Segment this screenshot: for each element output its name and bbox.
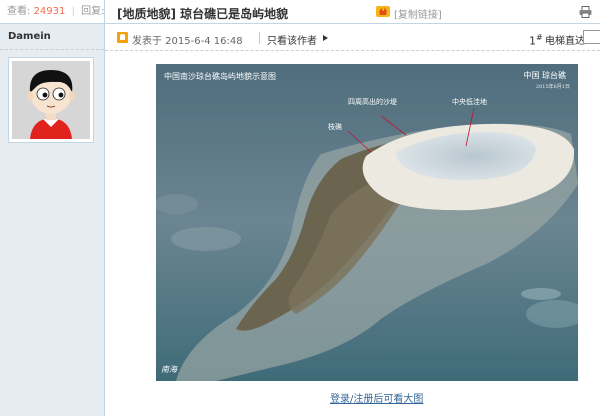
label-lagoon: 中央低洼地 [452,98,487,106]
hot-flame-icon [376,6,390,17]
views-count: 24931 [33,6,66,17]
label-beach: 枝礁 [328,123,342,131]
caret-right-icon [323,35,328,41]
avatar[interactable] [8,57,94,143]
replies-label: 回复: [81,6,105,17]
post-meta-bar: 发表于 2015-6-4 16:48 只看该作者 1# 电梯直达 [105,25,600,51]
thread-page: 查看: 24931 | 回复: 265 Damein [0,0,600,416]
user-status-icon [117,32,128,43]
copy-link-button[interactable]: [复制链接] [394,6,442,21]
only-author-link[interactable]: 只看该作者 [267,32,317,47]
views-label: 查看: [7,6,31,17]
label-sandbank: 四周高出的沙堤 [348,98,397,106]
meta-divider [259,32,260,44]
elevator-input[interactable] [583,30,600,44]
thread-title-text: [地质地貌] 琼台礁已是岛屿地貌 [117,7,289,21]
floor-number-sup: # [536,33,543,42]
floor-number: 1# [529,33,543,48]
author-name[interactable]: Damein [0,24,104,50]
photo-title: 中国南沙琼台礁岛屿地貌示意图 [164,72,276,81]
stats-divider: | [71,6,75,17]
avatar-image [12,61,90,139]
post-date: 发表于 2015-6-4 16:48 [132,36,243,47]
photo-corner-label: 中国 琼台礁 [523,71,566,80]
photo-date: 2015年6月1日 [535,84,570,90]
elevator-label: 电梯直达 [545,36,585,47]
photo-watermark: 南海 [161,365,177,374]
thread-header: [地质地貌] 琼台礁已是岛屿地貌 [复制链接] [105,0,600,24]
thread-title: [地质地貌] 琼台礁已是岛屿地貌 [117,5,288,22]
reef-aerial-image [156,64,578,381]
printer-icon[interactable] [579,6,592,18]
thread-stats: 查看: 24931 | 回复: 265 [0,0,127,24]
author-sidebar: 查看: 24931 | 回复: 265 Damein [0,0,127,416]
login-to-view-link[interactable]: 登录/注册后可看大图 [330,390,423,405]
post-photo[interactable]: 中国南沙琼台礁岛屿地貌示意图 中国 琼台礁 2015年6月1日 四周高出的沙堤 … [156,64,578,381]
floor-number-value: 1 [529,34,536,48]
